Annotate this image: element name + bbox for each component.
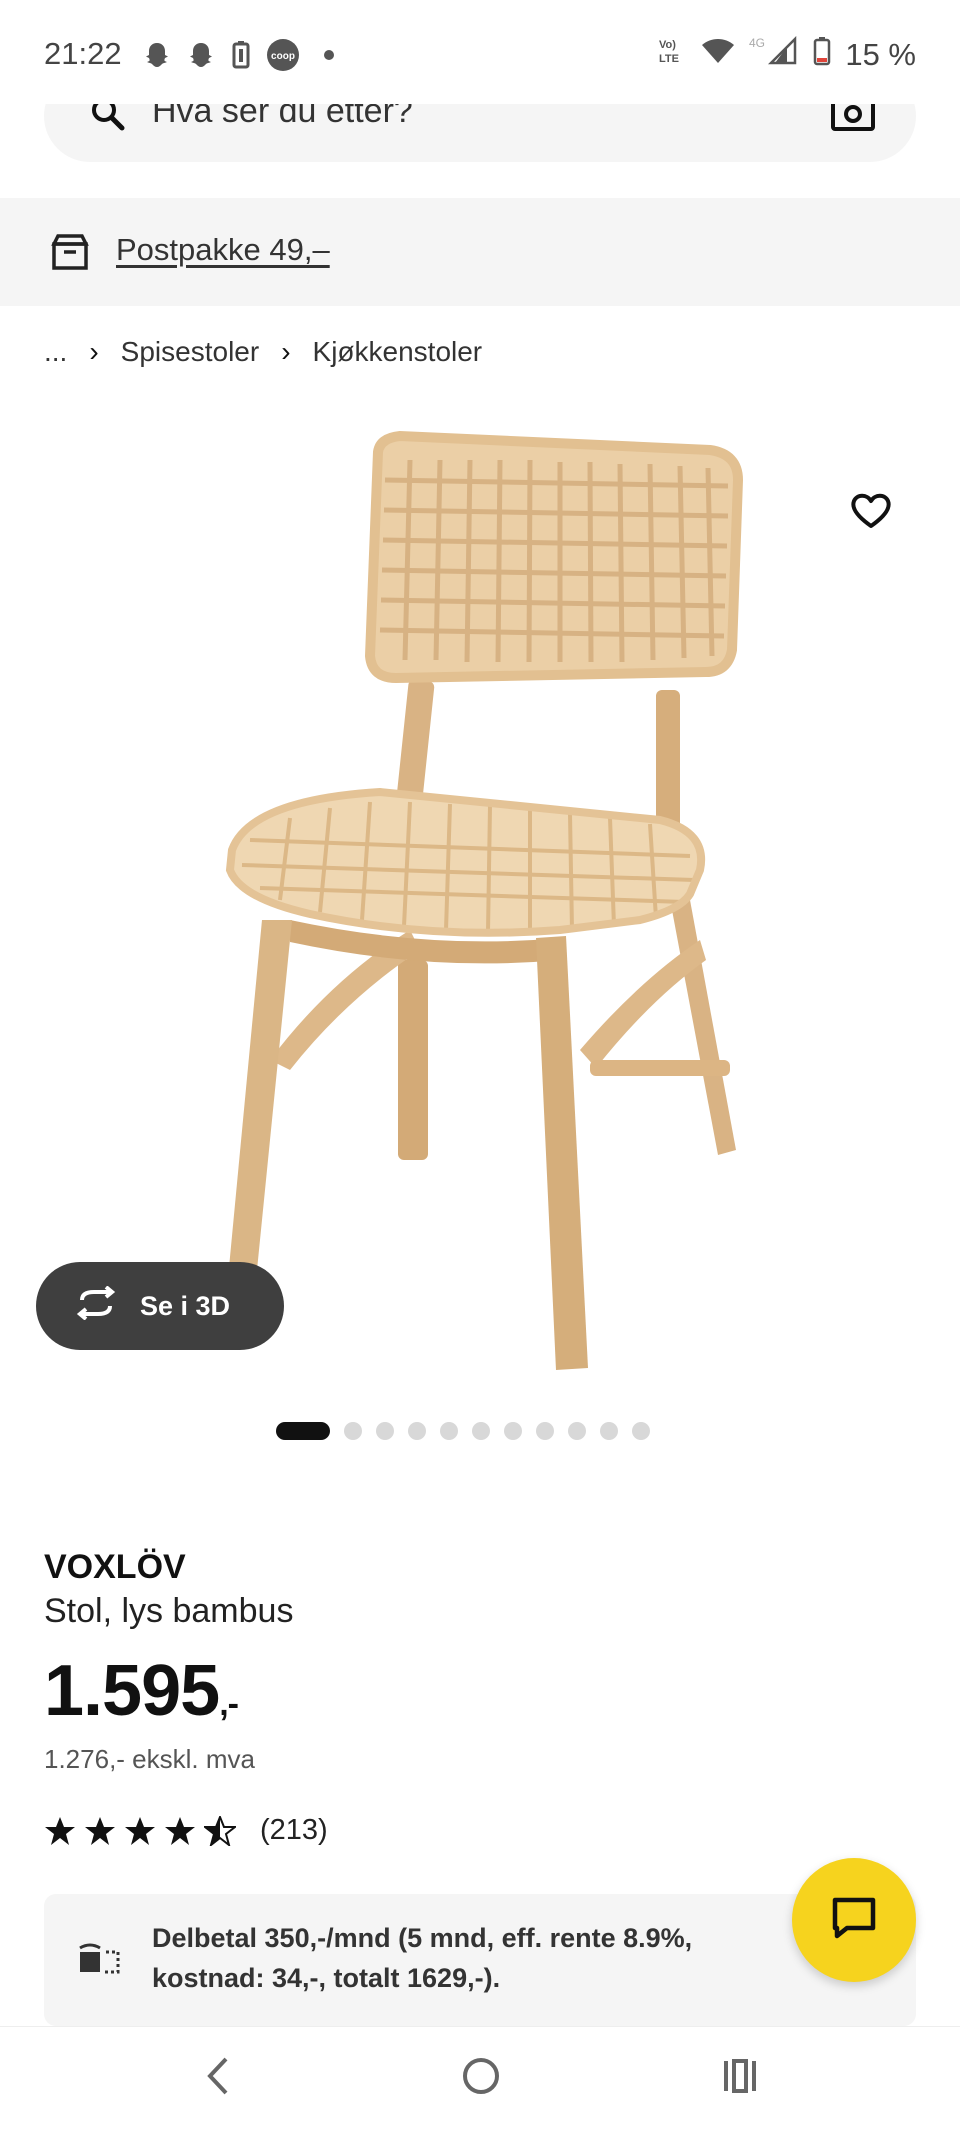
- notification-icons: coop: [142, 38, 344, 77]
- carousel-dot[interactable]: [408, 1422, 426, 1440]
- status-bar: 21:22 coop Vo) LTE 4G 15 %: [0, 0, 960, 104]
- product-image[interactable]: [0, 420, 960, 1380]
- payment-split-icon: [76, 1942, 120, 1983]
- carousel-dot[interactable]: [600, 1422, 618, 1440]
- battery-icon: [813, 36, 831, 74]
- svg-text:4G: 4G: [749, 36, 765, 50]
- carousel-dot[interactable]: [536, 1422, 554, 1440]
- delivery-link[interactable]: Postpakke 49,–: [116, 232, 330, 268]
- carousel-dot[interactable]: [504, 1422, 522, 1440]
- star-icon: [85, 1816, 115, 1845]
- chevron-right-icon: ›: [89, 336, 99, 367]
- snapchat-icon: [186, 40, 216, 75]
- financing-text: Delbetal 350,-/mnd (5 mnd, eff. rente 8.…: [152, 1923, 693, 1993]
- financing-info[interactable]: Delbetal 350,-/mnd (5 mnd, eff. rente 8.…: [44, 1894, 916, 2026]
- back-icon[interactable]: [200, 2053, 234, 2104]
- svg-text:LTE: LTE: [659, 53, 679, 65]
- breadcrumb: ... › Spisestoler › Kjøkkenstoler: [44, 336, 482, 368]
- snapchat-icon: [142, 40, 172, 75]
- home-icon[interactable]: [458, 2053, 504, 2104]
- product-rating[interactable]: (213): [44, 1814, 328, 1847]
- carousel-indicator: [276, 1422, 650, 1440]
- star-icon: [125, 1816, 155, 1845]
- battery-saver-icon: [230, 40, 252, 75]
- star-icon: [45, 1816, 75, 1845]
- price-value: 1.595: [44, 1651, 220, 1731]
- battery-percent: 15 %: [845, 37, 916, 72]
- view-in-3d-button[interactable]: Se i 3D: [36, 1262, 284, 1350]
- status-right: Vo) LTE 4G 15 %: [657, 35, 916, 74]
- carousel-dot[interactable]: [344, 1422, 362, 1440]
- product-name: VOXLÖV: [44, 1548, 186, 1586]
- mobile-signal-icon: 4G: [749, 35, 799, 74]
- view-in-3d-label: Se i 3D: [140, 1290, 231, 1321]
- svg-text:coop: coop: [271, 51, 295, 62]
- chevron-right-icon: ›: [281, 336, 291, 367]
- breadcrumb-item-kjokkenstoler[interactable]: Kjøkkenstoler: [313, 336, 483, 368]
- carousel-dot[interactable]: [568, 1422, 586, 1440]
- product-description: Stol, lys bambus: [44, 1592, 294, 1630]
- rating-stars: [44, 1815, 236, 1846]
- carousel-dot[interactable]: [376, 1422, 394, 1440]
- parcel-box-icon: [50, 232, 90, 277]
- svg-text:Vo): Vo): [659, 39, 676, 51]
- carousel-dot[interactable]: [440, 1422, 458, 1440]
- breadcrumb-ellipsis[interactable]: ...: [44, 336, 67, 368]
- star-icon: [165, 1816, 195, 1845]
- price-excl-vat: 1.276,- ekskl. mva: [44, 1744, 255, 1774]
- rating-count[interactable]: (213): [260, 1814, 328, 1847]
- rotate-3d-icon: [72, 1284, 120, 1327]
- product-price: 1.595,-: [44, 1650, 239, 1732]
- carousel-dot[interactable]: [632, 1422, 650, 1440]
- price-suffix: ,-: [219, 1685, 239, 1723]
- coop-icon: coop: [266, 38, 300, 77]
- heart-icon[interactable]: [850, 492, 892, 535]
- wifi-icon: [701, 37, 735, 73]
- recents-icon[interactable]: [720, 2053, 760, 2104]
- chat-button[interactable]: [792, 1858, 916, 1982]
- star-half-icon: [204, 1815, 236, 1846]
- carousel-dot-active[interactable]: [276, 1422, 330, 1440]
- volte-icon: Vo) LTE: [657, 36, 687, 74]
- dot-icon: [314, 40, 344, 75]
- chat-icon: [831, 1896, 877, 1945]
- carousel-dot[interactable]: [472, 1422, 490, 1440]
- system-nav-bar: [0, 2026, 960, 2133]
- breadcrumb-item-spisestoler[interactable]: Spisestoler: [121, 336, 260, 368]
- status-time: 21:22: [44, 36, 122, 71]
- delivery-banner: Postpakke 49,–: [0, 198, 960, 306]
